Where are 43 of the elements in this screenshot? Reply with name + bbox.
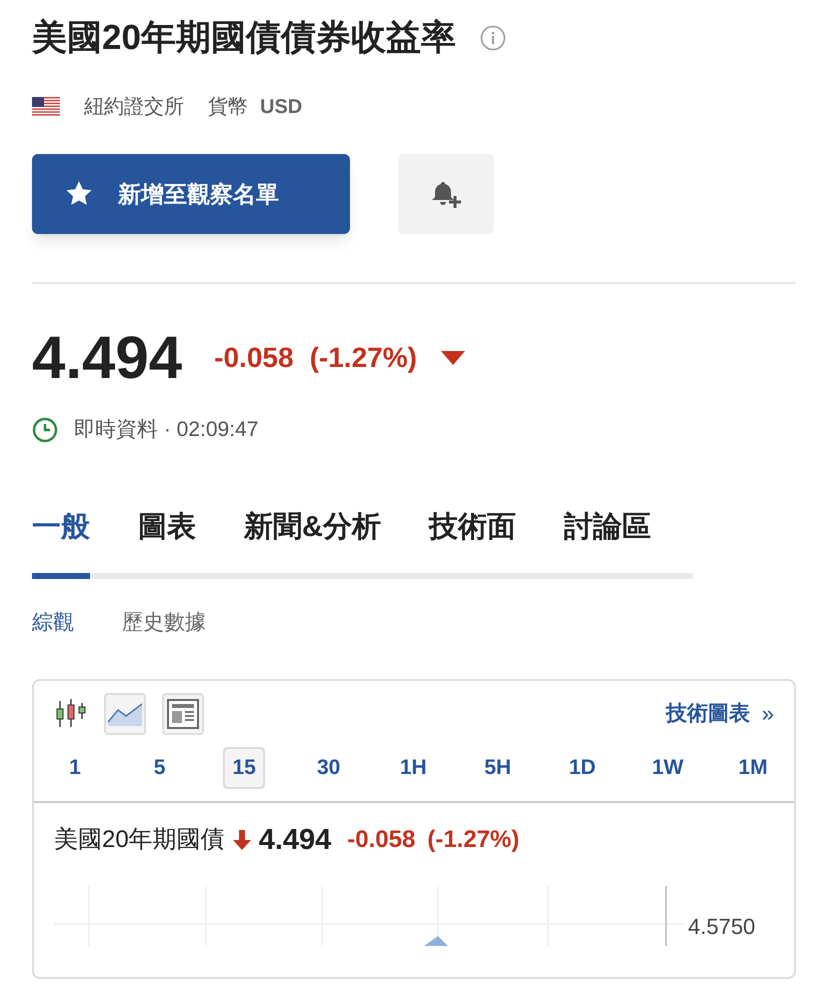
price-change-percent: (-1.27%)	[310, 341, 417, 375]
page-title: 美國20年期國債債券收益率	[32, 17, 456, 59]
table-icon	[167, 698, 199, 728]
tab[interactable]: 一般	[32, 506, 90, 579]
interval-option[interactable]: 1M	[732, 746, 774, 788]
tab[interactable]: 新聞&分析	[244, 506, 381, 579]
interval-option[interactable]: 15	[223, 746, 266, 788]
tab[interactable]: 技術面	[428, 506, 516, 579]
chart-change-percent: (-1.27%)	[427, 825, 520, 856]
interval-option[interactable]: 1W	[646, 746, 690, 788]
currency-label: 貨幣	[208, 95, 248, 120]
down-triangle-icon	[440, 351, 465, 365]
chart-price: 4.494	[258, 822, 332, 858]
interval-option[interactable]: 30	[308, 746, 350, 788]
alert-button[interactable]	[398, 154, 494, 234]
tab[interactable]: 圖表	[138, 506, 196, 579]
interval-option[interactable]: 5	[138, 746, 181, 788]
price: 4.494	[32, 326, 182, 390]
interval-option[interactable]: 1	[54, 746, 96, 788]
table-view-button[interactable]	[162, 692, 204, 734]
instrument-name: 美國20年期國債	[54, 825, 225, 856]
realtime-status: 即時資料 · 02:09:47	[74, 417, 258, 443]
subtab[interactable]: 綜觀	[32, 607, 74, 638]
line-chart-button[interactable]	[104, 692, 146, 734]
tab[interactable]: 討論區	[564, 506, 651, 579]
subtab[interactable]: 歷史數據	[122, 607, 206, 638]
add-to-watchlist-button[interactable]: 新增至觀察名單	[32, 154, 350, 234]
flag-icon	[32, 97, 60, 117]
price-change: -0.058	[214, 341, 294, 375]
interval-option[interactable]: 1H	[392, 746, 434, 788]
info-icon[interactable]	[480, 25, 506, 51]
down-arrow-icon	[232, 830, 251, 850]
currency-code: USD	[260, 95, 302, 120]
interval-option[interactable]: 5H	[476, 746, 519, 788]
technical-chart-link[interactable]: 技術圖表	[666, 698, 750, 730]
area-chart-icon	[108, 702, 142, 726]
interval-option[interactable]: 1D	[561, 746, 604, 788]
double-chevron-text: »	[762, 700, 774, 728]
exchange-name: 紐約證交所	[84, 95, 184, 120]
chart-change: -0.058	[347, 825, 416, 856]
clock-icon	[32, 416, 58, 443]
star-icon	[64, 180, 94, 208]
y-axis-label: 4.5750	[688, 913, 756, 941]
